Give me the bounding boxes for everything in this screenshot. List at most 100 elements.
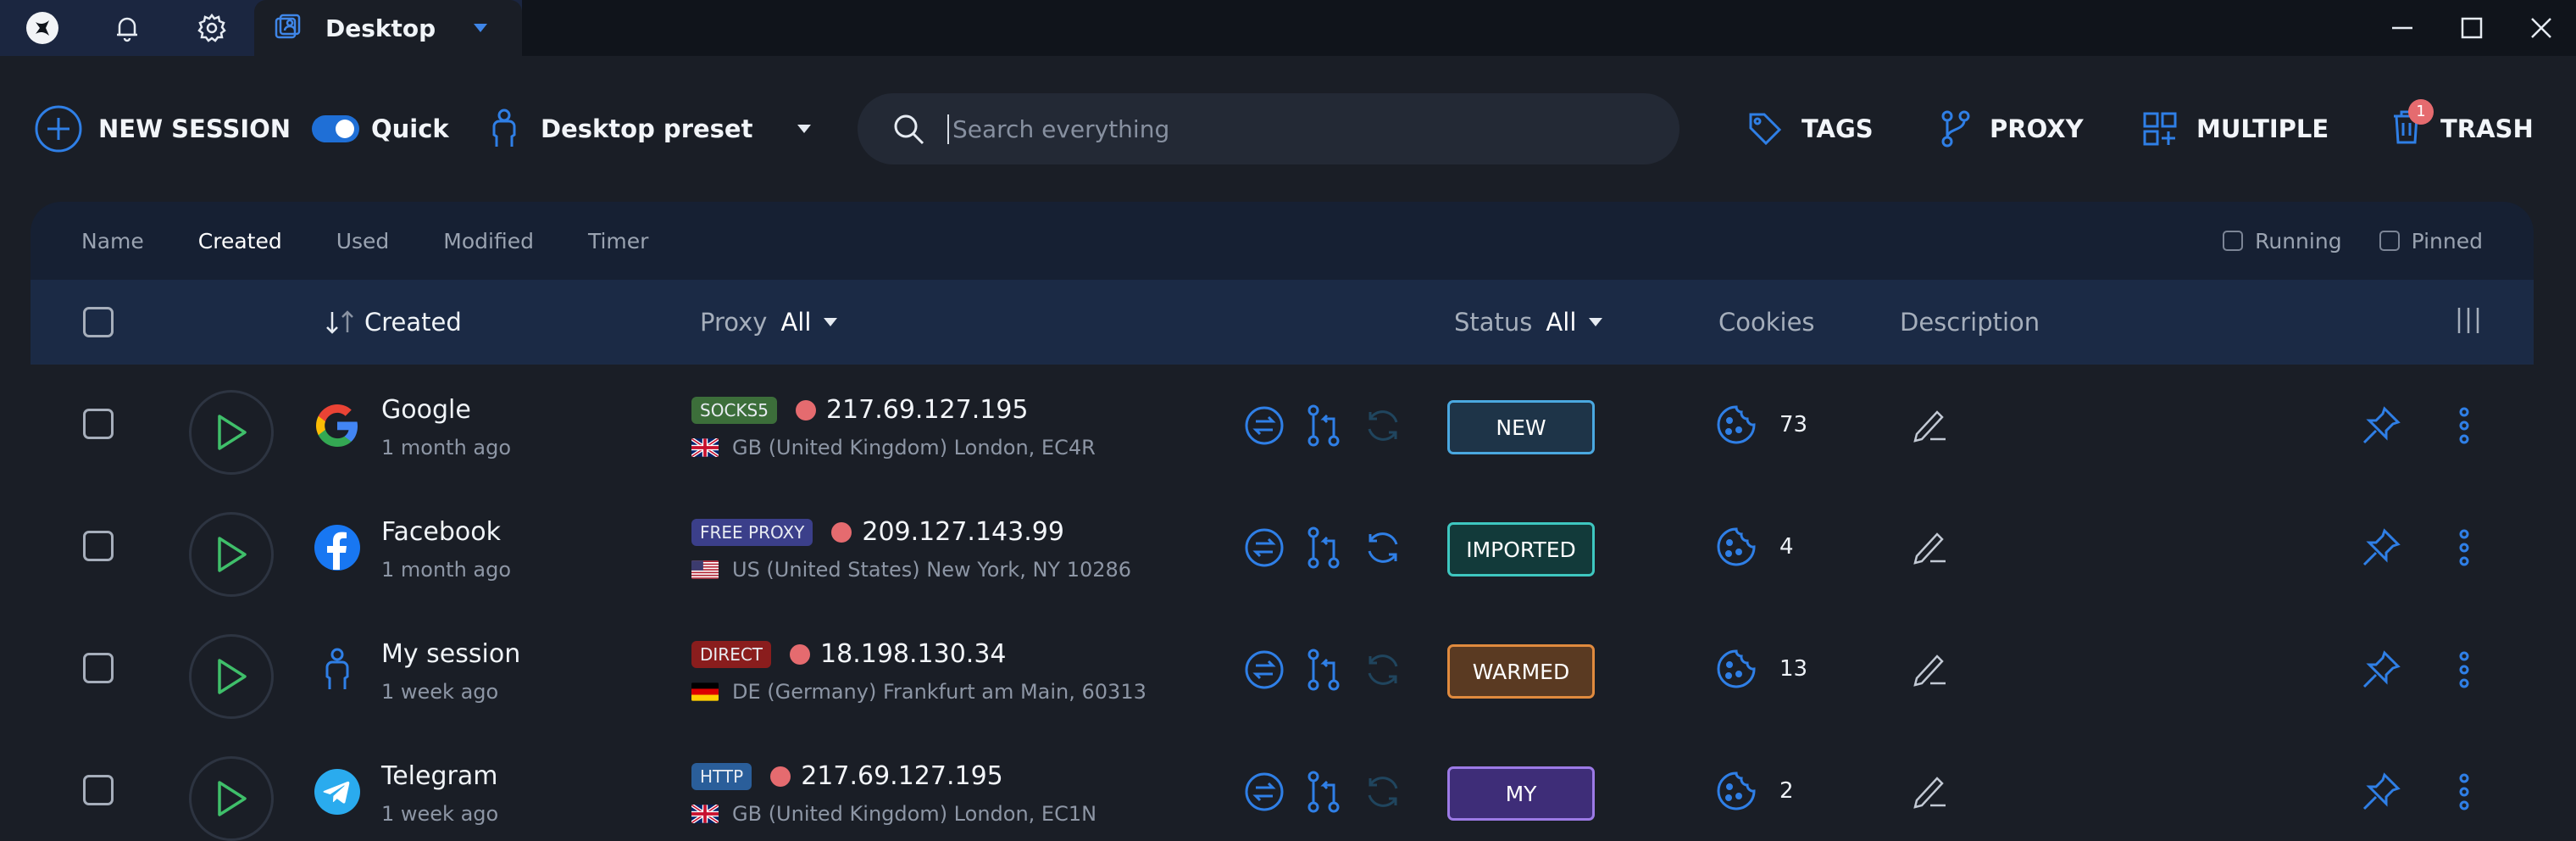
close-button[interactable] [2507,0,2576,56]
refresh-ip-button[interactable] [1359,768,1407,816]
app-logo-button[interactable] [0,0,85,56]
play-button[interactable] [189,390,274,475]
status-badge[interactable]: NEW [1447,400,1595,454]
more-options-button[interactable] [2456,649,2473,693]
more-options-button[interactable] [2456,771,2473,816]
row-checkbox[interactable] [83,653,114,683]
table-row[interactable]: Telegram 1 week ago HTTP 217.69.127.195 … [31,731,2534,841]
description-column-header[interactable]: Description [1900,308,2040,337]
app-window: Desktop NEW SESSION Quick Desktop preset… [0,0,2576,841]
proxy-button[interactable]: PROXY [1940,110,2084,148]
play-button[interactable] [189,512,274,597]
pin-button[interactable] [2361,649,2401,693]
us-flag-icon [691,560,719,579]
row-checkbox[interactable] [83,531,114,561]
new-session-button[interactable]: NEW SESSION [34,104,291,153]
edit-description-button[interactable] [1912,771,1949,812]
sort-tab-name[interactable]: Name [81,229,144,253]
sort-tab-created[interactable]: Created [198,229,282,253]
proxy-actions [1241,768,1418,816]
cookies-column-header[interactable]: Cookies [1718,308,1815,337]
refresh-ip-button[interactable] [1359,524,1407,571]
proxy-branch-icon [1307,649,1340,691]
table-row[interactable]: Facebook 1 month ago FREE PROXY 209.127.… [31,487,2534,609]
change-proxy-button[interactable] [1300,768,1347,816]
minimize-button[interactable] [2368,0,2437,56]
sort-tab-timer[interactable]: Timer [588,229,648,253]
cookies-button[interactable] [1715,770,1757,816]
proxy-column-header[interactable]: Proxy All [700,308,838,337]
desktop-profile-icon [275,14,301,39]
dropdown-caret-icon[interactable] [473,23,488,33]
row-checkbox[interactable] [83,409,114,439]
trash-button[interactable]: 1 TRASH [2391,98,2534,151]
notifications-button[interactable] [85,0,169,56]
proxy-filter-value: All [780,308,812,337]
cookies-button[interactable] [1715,404,1757,449]
tags-button[interactable]: TAGS [1747,111,1874,147]
search-input[interactable] [947,114,1642,144]
swap-proxy-button[interactable] [1241,524,1288,571]
refresh-ip-button[interactable] [1359,646,1407,693]
pencil-icon [1913,532,1946,565]
minimize-icon [2392,26,2412,30]
quick-toggle[interactable]: Quick [312,114,449,143]
cookie-count: 2 [1779,778,1794,804]
play-button[interactable] [189,634,274,719]
proxy-location: US (United States) New York, NY 10286 [691,558,1131,582]
session-name[interactable]: Facebook [381,517,501,547]
change-proxy-button[interactable] [1300,646,1347,693]
more-options-button[interactable] [2456,405,2473,449]
edit-description-button[interactable] [1912,649,1949,690]
swap-proxy-button[interactable] [1241,646,1288,693]
settings-button[interactable] [169,0,254,56]
play-button[interactable] [189,756,274,841]
sort-tab-modified[interactable]: Modified [443,229,534,253]
status-badge[interactable]: WARMED [1447,644,1595,699]
select-all-checkbox[interactable] [83,307,114,337]
swap-proxy-button[interactable] [1241,402,1288,449]
person-icon [492,109,516,147]
pin-icon [2362,528,2401,566]
row-checkbox[interactable] [83,775,114,805]
app-logo-icon [26,12,58,44]
status-column-header[interactable]: Status All [1454,308,1603,337]
status-badge[interactable]: IMPORTED [1447,522,1595,576]
search-box[interactable] [858,93,1679,164]
quick-switch[interactable] [312,115,359,142]
running-filter[interactable]: Running [2223,229,2342,253]
cookies-button[interactable] [1715,648,1757,693]
session-name[interactable]: Telegram [381,761,497,791]
table-row[interactable]: Google 1 month ago SOCKS5 217.69.127.195… [31,365,2534,487]
change-proxy-button[interactable] [1300,524,1347,571]
multiple-button[interactable]: MULTIPLE [2142,111,2329,147]
pin-button[interactable] [2361,771,2401,816]
session-name[interactable]: Google [381,395,471,425]
change-proxy-button[interactable] [1300,402,1347,449]
columns-toggle-button[interactable] [2454,306,2483,338]
multiple-label: MULTIPLE [2196,114,2329,143]
session-name[interactable]: My session [381,639,520,669]
pin-button[interactable] [2361,527,2401,571]
maximize-button[interactable] [2437,0,2507,56]
cookies-button[interactable] [1715,526,1757,571]
created-column-header[interactable]: Created [324,308,462,337]
table-row[interactable]: My session 1 week ago DIRECT 18.198.130.… [31,609,2534,731]
desktop-tab[interactable]: Desktop [254,0,523,56]
status-badge[interactable]: MY [1447,766,1595,821]
more-options-button[interactable] [2456,527,2473,571]
preset-selector[interactable]: Desktop preset [490,108,812,150]
sort-tab-used[interactable]: Used [336,229,390,253]
running-checkbox[interactable] [2223,231,2244,251]
edit-description-button[interactable] [1912,405,1949,446]
pinned-checkbox[interactable] [2379,231,2400,251]
pin-button[interactable] [2361,405,2401,449]
edit-description-button[interactable] [1912,527,1949,568]
title-bar-drag-area[interactable] [522,0,2368,56]
refresh-ip-button[interactable] [1359,402,1407,449]
pinned-label: Pinned [2411,228,2483,253]
close-icon [2531,18,2551,38]
tags-label: TAGS [1802,114,1874,143]
pinned-filter[interactable]: Pinned [2379,229,2483,253]
swap-proxy-button[interactable] [1241,768,1288,816]
